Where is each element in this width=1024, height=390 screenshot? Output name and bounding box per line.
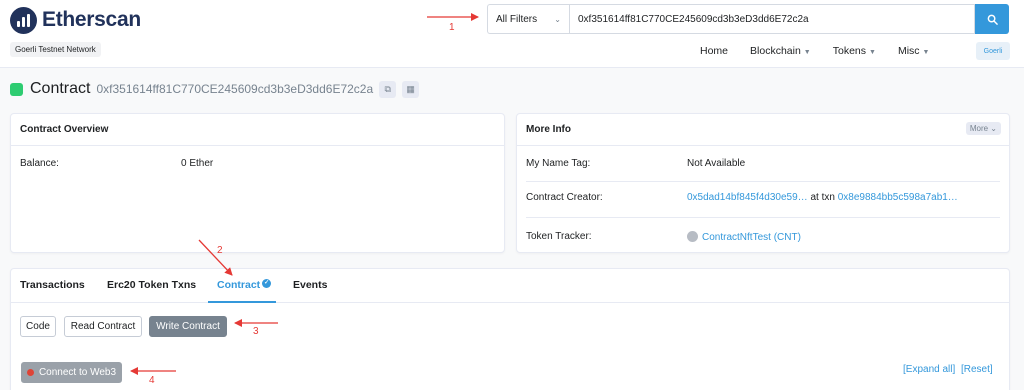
connect-to-web3-label: Connect to Web3 bbox=[38, 367, 117, 378]
nav-blockchain-label: Blockchain bbox=[750, 45, 801, 57]
search-bar: All Filters ⌄ bbox=[487, 4, 1009, 34]
copy-address-button[interactable]: ⧉ bbox=[379, 80, 397, 98]
search-filter-select[interactable]: All Filters ⌄ bbox=[487, 4, 569, 34]
etherscan-logo[interactable]: Etherscan bbox=[10, 6, 141, 34]
tab-bar: Transactions Erc20 Token Txns Contract ✓ … bbox=[11, 269, 1009, 303]
divider bbox=[526, 181, 1000, 182]
search-button[interactable] bbox=[975, 4, 1009, 34]
code-button[interactable]: Code bbox=[20, 316, 56, 337]
main-nav: Home Blockchain ▼ Tokens ▼ Misc ▼ bbox=[700, 42, 951, 60]
annotation-number-1: 1 bbox=[449, 22, 455, 33]
more-info-title: More Info bbox=[526, 124, 571, 135]
name-tag-label: My Name Tag: bbox=[526, 158, 591, 169]
qr-code-icon: ▦ bbox=[406, 83, 415, 94]
more-info-heading: More Info More ⌄ bbox=[517, 114, 1009, 146]
more-info-card: More Info More ⌄ My Name Tag: Not Availa… bbox=[516, 113, 1010, 253]
tab-contract[interactable]: Contract ✓ bbox=[217, 279, 272, 291]
tab-transactions[interactable]: Transactions bbox=[20, 279, 85, 291]
page-title: Contract bbox=[30, 80, 91, 97]
balance-label: Balance: bbox=[20, 158, 59, 169]
write-contract-button[interactable]: Write Contract bbox=[149, 316, 227, 337]
copy-icon: ⧉ bbox=[384, 83, 391, 94]
token-tracker-label: Token Tracker: bbox=[526, 231, 592, 242]
more-button-label: More bbox=[969, 124, 989, 133]
tab-events[interactable]: Events bbox=[293, 279, 327, 291]
contract-address: 0xf351614ff81C770CE245609cd3b3eD3dd6E72c… bbox=[96, 82, 374, 96]
chevron-down-icon: ▼ bbox=[922, 49, 930, 56]
annotation-number-2: 2 bbox=[217, 245, 223, 256]
creator-address-link[interactable]: 0x5dad14bf845f4d30e59… bbox=[687, 192, 808, 203]
nav-tokens[interactable]: Tokens ▼ bbox=[833, 45, 876, 57]
contract-overview-heading: Contract Overview bbox=[11, 114, 504, 146]
chevron-down-icon: ⌄ bbox=[554, 14, 561, 24]
nav-misc[interactable]: Misc ▼ bbox=[898, 45, 930, 57]
nav-home[interactable]: Home bbox=[700, 45, 728, 57]
brand-name: Etherscan bbox=[42, 8, 141, 31]
search-filter-label: All Filters bbox=[496, 13, 538, 25]
contract-icon bbox=[10, 82, 23, 96]
annotation-number-3: 3 bbox=[253, 326, 259, 337]
nav-tokens-label: Tokens bbox=[832, 45, 867, 57]
tab-contract-label: Contract bbox=[217, 279, 261, 291]
more-button[interactable]: More ⌄ bbox=[965, 122, 1001, 135]
token-tracker-link[interactable]: ContractNftTest (CNT) bbox=[702, 232, 801, 243]
contract-creator-label: Contract Creator: bbox=[526, 192, 603, 203]
etherscan-logo-icon bbox=[10, 6, 37, 34]
token-icon bbox=[687, 231, 698, 242]
balance-value: 0 Ether bbox=[181, 158, 214, 169]
nav-blockchain[interactable]: Blockchain ▼ bbox=[750, 45, 811, 57]
annotation-number-4: 4 bbox=[149, 375, 155, 386]
contract-overview-title: Contract Overview bbox=[20, 124, 109, 135]
connect-to-web3-button[interactable]: Connect to Web3 bbox=[21, 362, 122, 383]
nav-misc-label: Misc bbox=[897, 45, 920, 57]
contract-tabs-card: Transactions Erc20 Token Txns Contract ✓ … bbox=[10, 268, 1010, 390]
network-badge: Goerli Testnet Network bbox=[10, 42, 101, 57]
network-switch-button[interactable]: Goerli bbox=[976, 42, 1010, 60]
tab-erc20-token-txns[interactable]: Erc20 Token Txns bbox=[107, 279, 196, 291]
verified-check-icon: ✓ bbox=[262, 279, 272, 288]
creator-at-txn-text: at txn bbox=[810, 192, 835, 203]
disconnected-status-icon bbox=[26, 369, 34, 376]
active-tab-indicator bbox=[208, 301, 276, 303]
top-bar: Etherscan Goerli Testnet Network All Fil… bbox=[0, 0, 1024, 68]
page-title-row: Contract 0xf351614ff81C770CE245609cd3b3e… bbox=[10, 78, 420, 100]
creator-txn-link[interactable]: 0x8e9884bb5c598a7ab1… bbox=[838, 192, 958, 203]
nav-home-label: Home bbox=[700, 45, 729, 57]
chevron-down-icon: ▼ bbox=[803, 49, 811, 56]
contract-overview-card: Contract Overview Balance: 0 Ether bbox=[10, 113, 505, 253]
search-input[interactable] bbox=[569, 4, 975, 34]
reset-link[interactable]: [Reset] bbox=[961, 364, 993, 375]
qr-code-button[interactable]: ▦ bbox=[402, 80, 420, 98]
chevron-down-icon: ▼ bbox=[869, 49, 876, 56]
search-icon bbox=[987, 14, 998, 25]
read-contract-button[interactable]: Read Contract bbox=[64, 316, 142, 337]
divider bbox=[526, 217, 1000, 218]
name-tag-value: Not Available bbox=[687, 158, 746, 169]
expand-all-link[interactable]: [Expand all] bbox=[903, 364, 955, 375]
